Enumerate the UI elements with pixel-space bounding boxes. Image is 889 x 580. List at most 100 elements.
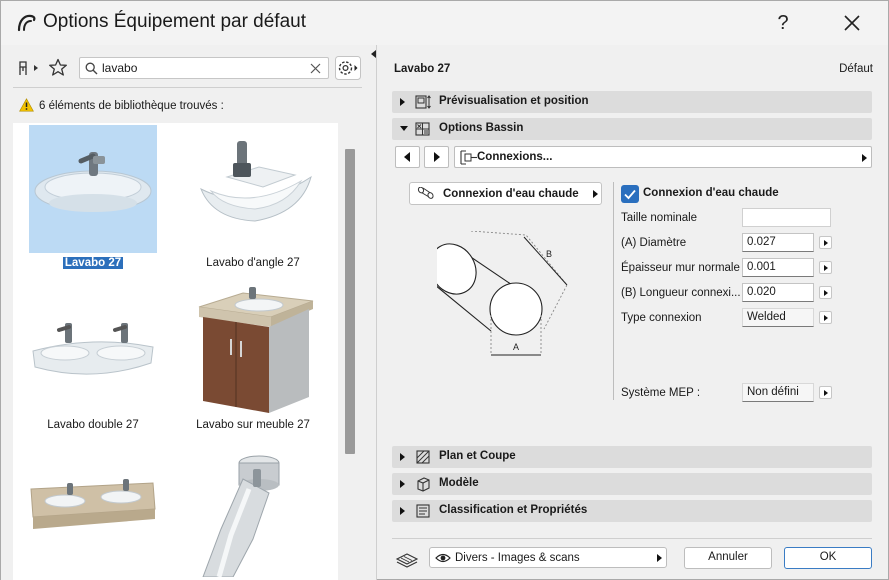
default-label: Défaut — [839, 63, 873, 75]
library-results-grid[interactable]: Lavabo 27 Lavabo d'angle 27 Lavabo doubl… — [13, 123, 338, 580]
connection-type-menu-button[interactable] — [819, 311, 832, 324]
results-count-text: 6 éléments de bibliothèque trouvés : — [39, 100, 224, 112]
object-name: Lavabo 27 — [394, 63, 451, 75]
dimension-label-b: B — [546, 249, 552, 259]
corner-basin-image — [200, 141, 312, 222]
favorites-star-icon[interactable] — [48, 58, 68, 77]
classification-icon — [416, 504, 430, 518]
library-item[interactable]: Lavabo d'angle 27 — [173, 125, 323, 275]
app-logo-icon — [17, 14, 36, 32]
nominal-size-field[interactable] — [742, 208, 831, 227]
section-basin-options[interactable]: Options Bassin — [392, 118, 872, 140]
layer-icon[interactable] — [395, 550, 419, 568]
vanity-basin-image — [198, 287, 314, 413]
countertop-basin-image — [30, 479, 156, 529]
dialog-title: Options Équipement par défaut — [43, 11, 307, 32]
wall-thickness-field[interactable]: 0.001 — [742, 258, 814, 277]
collapse-arrow-icon — [400, 126, 408, 131]
next-page-button[interactable] — [424, 146, 449, 168]
library-panel: 6 éléments de bibliothèque trouvés : Lav… — [1, 45, 376, 580]
section-classification[interactable]: Classification et Propriétés — [392, 500, 872, 522]
mep-system-menu-button[interactable] — [819, 386, 832, 399]
search-field[interactable] — [79, 57, 329, 79]
connection-type-select[interactable]: Welded — [742, 308, 814, 327]
expand-arrow-icon — [400, 507, 405, 515]
pipe-connection-diagram: A B — [437, 231, 568, 356]
help-button[interactable]: ? — [766, 9, 800, 37]
section-label: Prévisualisation et position — [439, 95, 589, 107]
library-thumbnail[interactable] — [189, 125, 317, 253]
connection-select-label: Connexion d'eau chaude — [443, 188, 579, 200]
previous-page-button[interactable] — [395, 146, 420, 168]
eye-icon — [435, 553, 451, 563]
search-icon — [85, 62, 98, 75]
library-thumbnail[interactable] — [29, 449, 157, 577]
section-model[interactable]: Modèle — [392, 473, 872, 495]
library-item[interactable]: Lavabo double 27 — [13, 287, 163, 437]
checkmark-icon — [624, 189, 636, 200]
library-item[interactable]: Lavabo 27 — [13, 125, 163, 275]
double-basin-image — [32, 323, 154, 375]
library-thumbnail[interactable] — [29, 287, 157, 415]
library-item[interactable] — [173, 449, 323, 579]
layer-select[interactable]: Divers - Images & scans — [429, 547, 667, 568]
warning-icon — [19, 98, 34, 112]
library-thumbnail[interactable] — [29, 125, 157, 253]
dropdown-arrow-icon — [657, 554, 662, 562]
wall-thickness-label: Épaisseur mur normale — [621, 262, 740, 274]
library-item-label: Lavabo 27 — [62, 257, 124, 269]
section-label: Options Bassin — [439, 122, 524, 134]
connection-length-label: (B) Longueur connexi... — [621, 287, 741, 299]
options-grid-icon — [415, 122, 430, 136]
section-label: Classification et Propriétés — [439, 504, 588, 516]
mep-system-label: Système MEP : — [621, 387, 701, 399]
page-select-value: Connexions... — [477, 151, 553, 163]
object-type-icon[interactable] — [17, 59, 41, 77]
faucet-image — [202, 455, 280, 578]
diameter-field[interactable]: 0.027 — [742, 233, 814, 252]
dimension-label-a: A — [513, 342, 519, 352]
layer-select-value: Divers - Images & scans — [455, 552, 580, 564]
library-thumbnail[interactable] — [189, 287, 317, 415]
nominal-size-label: Taille nominale — [621, 212, 698, 224]
page-select[interactable]: Connexions... — [454, 146, 872, 168]
library-scrollbar[interactable] — [345, 149, 355, 454]
mep-system-select[interactable]: Non défini — [742, 383, 814, 402]
section-plan-section[interactable]: Plan et Coupe — [392, 446, 872, 468]
dropdown-arrow-icon — [862, 154, 867, 162]
title-bar: Options Équipement par défaut ? — [1, 1, 888, 45]
close-icon[interactable] — [834, 9, 870, 37]
connection-enabled-label: Connexion d'eau chaude — [643, 187, 779, 199]
expand-arrow-icon — [400, 480, 405, 488]
gear-icon[interactable] — [335, 56, 361, 80]
footer-divider — [392, 538, 872, 539]
library-item[interactable] — [13, 449, 163, 579]
connection-length-field[interactable]: 0.020 — [742, 283, 814, 302]
dropdown-arrow-icon — [593, 190, 598, 198]
library-thumbnail[interactable] — [189, 449, 317, 578]
expand-arrow-icon — [400, 98, 405, 106]
connection-type-label: Type connexion — [621, 312, 702, 324]
wall-thickness-menu-button[interactable] — [819, 261, 832, 274]
cancel-button[interactable]: Annuler — [684, 547, 772, 569]
connection-length-menu-button[interactable] — [819, 286, 832, 299]
search-input[interactable] — [102, 60, 302, 76]
connection-select-button[interactable]: Connexion d'eau chaude — [409, 182, 602, 205]
section-preview[interactable]: Prévisualisation et position — [392, 91, 872, 113]
pipe-icon — [417, 187, 434, 199]
params-divider — [613, 182, 614, 400]
settings-panel: Lavabo 27 Défaut Prévisualisation et pos… — [377, 45, 888, 580]
library-item-label: Lavabo double 27 — [47, 419, 139, 431]
ok-button[interactable]: OK — [784, 547, 872, 569]
dialog-window: Options Équipement par défaut ? lavabo 6… — [0, 0, 889, 580]
library-item[interactable]: Lavabo sur meuble 27 — [173, 287, 323, 437]
plan-section-icon — [416, 450, 430, 464]
arrow-right-icon — [434, 152, 440, 162]
clear-search-icon[interactable] — [310, 63, 321, 74]
library-item-label: Lavabo d'angle 27 — [206, 257, 300, 269]
preview-position-icon — [415, 95, 431, 109]
section-label: Plan et Coupe — [439, 450, 516, 462]
washbasin-image — [34, 152, 152, 212]
diameter-menu-button[interactable] — [819, 236, 832, 249]
connection-enabled-checkbox[interactable] — [621, 185, 639, 203]
